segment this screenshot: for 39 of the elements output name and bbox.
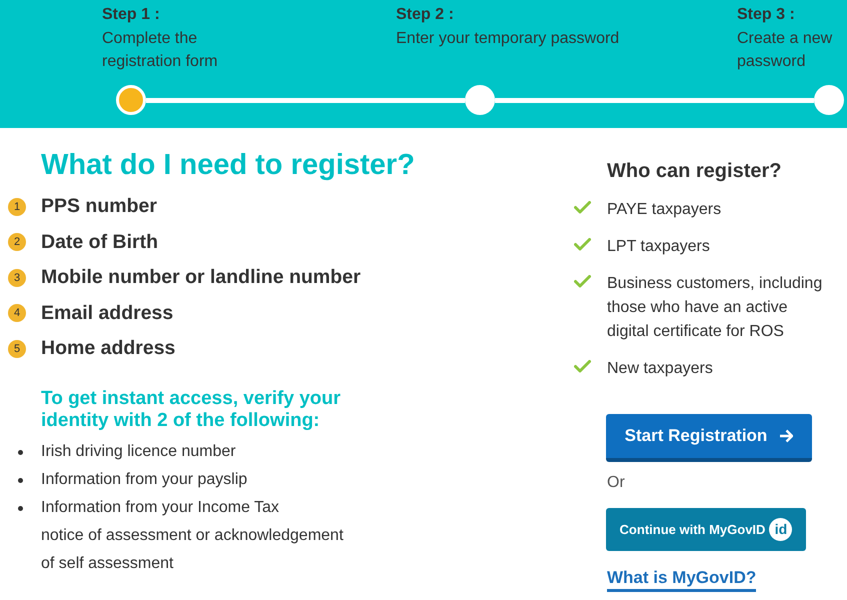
number-badge: 5 bbox=[8, 340, 26, 358]
section-heading: Who can register? bbox=[607, 159, 782, 184]
eligibility-text: New taxpayers bbox=[607, 359, 713, 379]
number-badge: 3 bbox=[8, 268, 26, 287]
number-badge: 2 bbox=[8, 233, 26, 252]
requirement-text: Email address bbox=[41, 300, 174, 326]
step-description: Create a new password bbox=[737, 28, 832, 72]
step-label: Step 3 : bbox=[737, 5, 795, 25]
mygovid-info-link[interactable]: What is MyGovID? bbox=[607, 567, 756, 592]
list-item-text: Information from your payslip bbox=[41, 470, 248, 490]
eligibility-text: Business customers, including those who have an active digital certificate for ROS bbox=[607, 274, 822, 342]
requirement-text: Home address bbox=[41, 336, 176, 361]
check-icon bbox=[574, 360, 591, 373]
subheading: To get instant access, verify your identity with 2 of the following: bbox=[41, 388, 342, 432]
requirement-text: Mobile number or landline number bbox=[41, 265, 361, 290]
step-label: Step 1 : bbox=[102, 5, 160, 25]
step-label: Step 2 : bbox=[396, 5, 454, 25]
number-badge: 4 bbox=[8, 304, 26, 322]
mygovid-button[interactable]: Continue with MyGovID id bbox=[606, 508, 806, 551]
start-registration-button[interactable]: Start Registration bbox=[606, 414, 812, 462]
step-description: Enter your temporary password bbox=[396, 28, 620, 48]
mygovid-logo: id bbox=[769, 518, 792, 541]
check-icon bbox=[574, 201, 591, 214]
eligibility-text: LPT taxpayers bbox=[607, 237, 710, 257]
check-icon bbox=[574, 238, 591, 251]
section-heading: What do I need to register? bbox=[41, 148, 415, 183]
step-description: Complete the registration form bbox=[102, 28, 218, 72]
list-item-text: Irish driving licence number bbox=[41, 442, 236, 462]
number-badge: 1 bbox=[8, 198, 26, 216]
check-icon bbox=[574, 275, 591, 288]
separator-text: Or bbox=[607, 473, 625, 493]
list-item-text: Information from your Income Tax notice of assessment or acknowledgement of self assessment bbox=[41, 498, 344, 574]
bullet-icon bbox=[18, 478, 23, 482]
requirement-text: PPS number bbox=[41, 194, 157, 219]
bullet-icon bbox=[18, 450, 23, 454]
arrow-right-icon bbox=[779, 429, 794, 443]
eligibility-text: PAYE taxpayers bbox=[607, 200, 722, 220]
requirement-text: Date of Birth bbox=[41, 230, 158, 254]
bullet-icon bbox=[18, 506, 23, 510]
